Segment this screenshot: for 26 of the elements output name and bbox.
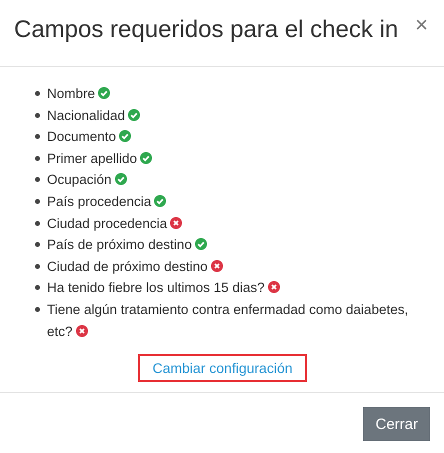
close-button[interactable]: ×	[415, 14, 428, 36]
close-dialog-button[interactable]: Cerrar	[363, 407, 430, 442]
bullet-icon	[35, 91, 40, 96]
field-label: Tiene algún tratamiento contra enfermadad como daiabetes, etc?	[47, 300, 410, 341]
settings-link[interactable]: Cambiar configuración	[138, 354, 307, 382]
field-label: Ciudad procedencia	[47, 212, 182, 234]
field-label: Ciudad de próximo destino	[47, 256, 223, 278]
bullet-icon	[35, 156, 40, 161]
bullet-icon	[35, 112, 40, 118]
field-label: Primer apellido	[47, 148, 152, 170]
field-label: Nombre	[47, 83, 110, 105]
bullet-icon	[35, 264, 40, 269]
dialog-title: Campos requeridos para el check in	[14, 15, 398, 45]
bullet-icon	[35, 177, 40, 182]
field-label: Ha tenido fiebre los ultimos 15 dias?	[47, 277, 280, 299]
bullet-icon	[35, 306, 40, 312]
bullet-icon	[35, 285, 40, 290]
field-label: Nacionalidad	[47, 104, 140, 126]
bullet-icon	[35, 242, 40, 248]
field-label: Ocupación	[47, 169, 127, 191]
field-label: Documento	[47, 126, 132, 148]
bullet-icon	[35, 198, 40, 204]
bullet-icon	[35, 220, 40, 226]
bullet-icon	[35, 134, 40, 140]
field-label: País procedencia	[47, 190, 166, 213]
field-label: País de próximo destino	[47, 234, 207, 256]
